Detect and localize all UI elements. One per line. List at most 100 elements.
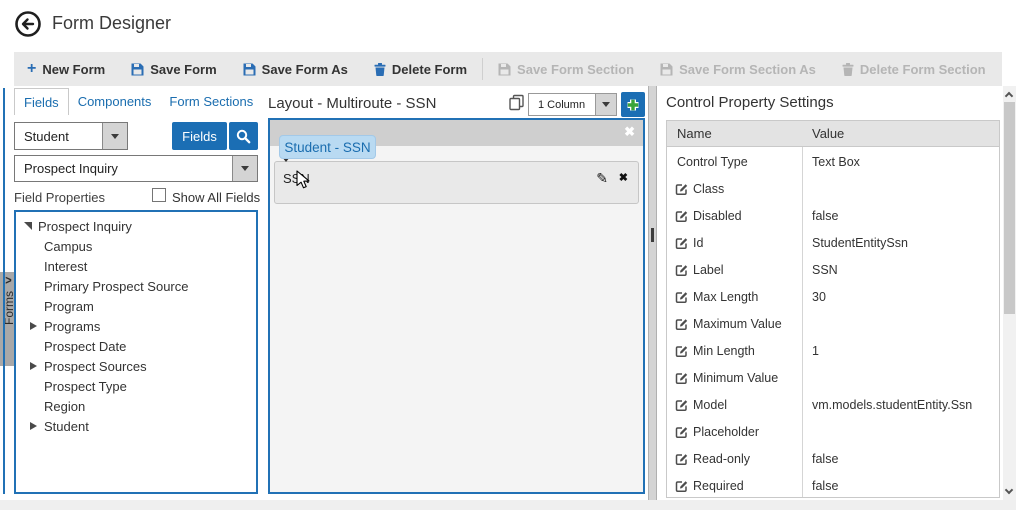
tab-components[interactable]: Components xyxy=(69,88,161,115)
edit-row-icon[interactable] xyxy=(675,209,689,226)
edit-row-icon[interactable] xyxy=(675,398,689,415)
save-icon xyxy=(131,63,144,76)
copy-layout-icon[interactable] xyxy=(508,94,525,116)
tree-item-region[interactable]: Region xyxy=(16,396,256,416)
table-row[interactable]: Label SSN xyxy=(667,256,999,283)
edit-row-icon[interactable] xyxy=(675,182,689,199)
ssn-field-row[interactable]: SSN ✎ ✖ xyxy=(274,161,639,204)
add-section-button[interactable] xyxy=(621,92,645,117)
chevron-down-icon[interactable] xyxy=(102,123,127,149)
field-tree: Prospect Inquiry Campus Interest Primary… xyxy=(14,210,258,494)
tab-fields[interactable]: Fields xyxy=(14,88,69,115)
scrollbar-thumb[interactable] xyxy=(1004,102,1015,314)
show-all-fields-label: Show All Fields xyxy=(172,190,260,205)
page-background-strip xyxy=(0,500,1016,510)
panel-splitter[interactable] xyxy=(648,86,657,500)
search-button[interactable] xyxy=(229,122,258,150)
edit-pencil-icon[interactable]: ✎ xyxy=(596,170,608,187)
properties-table: Name Value Control Type Text Box Class D… xyxy=(666,120,1000,498)
tree-item-prospect-type[interactable]: Prospect Type xyxy=(16,376,256,396)
table-row[interactable]: Control Type Text Box xyxy=(667,148,999,175)
save-form-as-button[interactable]: Save Form As xyxy=(230,52,361,86)
field-properties-label: Field Properties xyxy=(14,190,105,205)
page-title: Form Designer xyxy=(52,13,171,34)
edit-row-icon[interactable] xyxy=(675,344,689,361)
table-row[interactable]: Maximum Value xyxy=(667,310,999,337)
plus-icon: + xyxy=(27,61,36,77)
edit-row-icon[interactable] xyxy=(675,371,689,388)
table-header: Name Value xyxy=(667,121,999,147)
edit-row-icon[interactable] xyxy=(675,452,689,469)
edit-row-icon[interactable] xyxy=(675,290,689,307)
left-panel-border xyxy=(3,88,5,494)
table-row[interactable]: Min Length 1 xyxy=(667,337,999,364)
close-icon[interactable]: ✖ xyxy=(624,124,635,140)
back-button[interactable] xyxy=(14,10,42,38)
table-row[interactable]: Class xyxy=(667,175,999,202)
table-row[interactable]: Max Length 30 xyxy=(667,283,999,310)
table-row[interactable]: Required false xyxy=(667,472,999,498)
table-row[interactable]: Read-only false xyxy=(667,445,999,472)
tree-item-programs[interactable]: Programs xyxy=(16,316,256,336)
tree-collapse-icon[interactable] xyxy=(24,222,32,230)
column-header-value: Value xyxy=(812,126,844,141)
delete-form-button[interactable]: Delete Form xyxy=(361,52,480,86)
chevron-right-icon: > xyxy=(5,274,11,288)
layout-panel-title: Layout - Multiroute - SSN xyxy=(268,95,436,112)
scroll-down-icon[interactable] xyxy=(1005,486,1013,494)
mouse-cursor xyxy=(296,170,311,195)
layout-canvas: ✖ SSN ✎ ✖ Student - SSN xyxy=(268,118,645,494)
edit-row-icon[interactable] xyxy=(675,425,689,442)
toolbar-divider xyxy=(482,58,483,80)
table-row[interactable]: Placeholder xyxy=(667,418,999,445)
tree-item-interest[interactable]: Interest xyxy=(16,256,256,276)
tab-form-sections[interactable]: Form Sections xyxy=(160,88,262,115)
tree-item-student[interactable]: Student xyxy=(16,416,256,436)
tree-item-program[interactable]: Program xyxy=(16,296,256,316)
save-form-button[interactable]: Save Form xyxy=(118,52,229,86)
tree-item-primary-prospect-source[interactable]: Primary Prospect Source xyxy=(16,276,256,296)
edit-row-icon[interactable] xyxy=(675,479,689,496)
search-icon xyxy=(236,129,251,144)
column-header-name: Name xyxy=(677,126,712,141)
column-layout-dropdown[interactable]: 1 Column xyxy=(528,93,617,116)
form-designer-page: Form Designer + New Form Save Form Save … xyxy=(0,0,1016,510)
tree-expand-icon[interactable] xyxy=(30,422,37,430)
properties-panel-title: Control Property Settings xyxy=(666,94,834,111)
edit-row-icon[interactable] xyxy=(675,263,689,280)
tree-item-prospect-sources[interactable]: Prospect Sources xyxy=(16,356,256,376)
tree-item-prospect-date[interactable]: Prospect Date xyxy=(16,336,256,356)
delete-x-icon[interactable]: ✖ xyxy=(619,171,628,184)
tree-expand-icon[interactable] xyxy=(30,322,37,330)
trash-icon xyxy=(374,63,386,76)
chevron-down-icon[interactable] xyxy=(595,94,616,115)
edit-row-icon[interactable] xyxy=(675,317,689,334)
new-form-button[interactable]: + New Form xyxy=(14,52,118,86)
toolbar: + New Form Save Form Save Form As xyxy=(14,52,1002,86)
save-form-section-button[interactable]: Save Form Section xyxy=(485,52,647,86)
save-icon xyxy=(660,63,673,76)
vertical-scrollbar[interactable] xyxy=(1003,86,1016,500)
tree-expand-icon[interactable] xyxy=(30,362,37,370)
add-plus-icon xyxy=(625,97,641,113)
trash-icon xyxy=(842,63,854,76)
fields-button[interactable]: Fields xyxy=(172,122,227,150)
back-arrow-icon xyxy=(14,10,42,38)
splitter-handle-icon xyxy=(651,228,654,242)
edit-row-icon[interactable] xyxy=(675,236,689,253)
table-row[interactable]: Id StudentEntitySsn xyxy=(667,229,999,256)
scroll-up-icon[interactable] xyxy=(1005,92,1013,100)
chevron-down-icon[interactable] xyxy=(232,156,257,181)
table-row[interactable]: Disabled false xyxy=(667,202,999,229)
left-panel-tabs: Fields Components Form Sections xyxy=(14,88,262,115)
entity-dropdown[interactable]: Student xyxy=(14,122,128,150)
save-form-section-as-button[interactable]: Save Form Section As xyxy=(647,52,829,86)
table-row[interactable]: Minimum Value xyxy=(667,364,999,391)
table-row[interactable]: Model vm.models.studentEntity.Ssn xyxy=(667,391,999,418)
save-icon xyxy=(243,63,256,76)
delete-form-section-button[interactable]: Delete Form Section xyxy=(829,52,999,86)
form-dropdown[interactable]: Prospect Inquiry xyxy=(14,155,258,182)
tree-root-prospect-inquiry[interactable]: Prospect Inquiry xyxy=(16,216,256,236)
tree-item-campus[interactable]: Campus xyxy=(16,236,256,256)
show-all-fields-checkbox[interactable] xyxy=(152,188,166,202)
